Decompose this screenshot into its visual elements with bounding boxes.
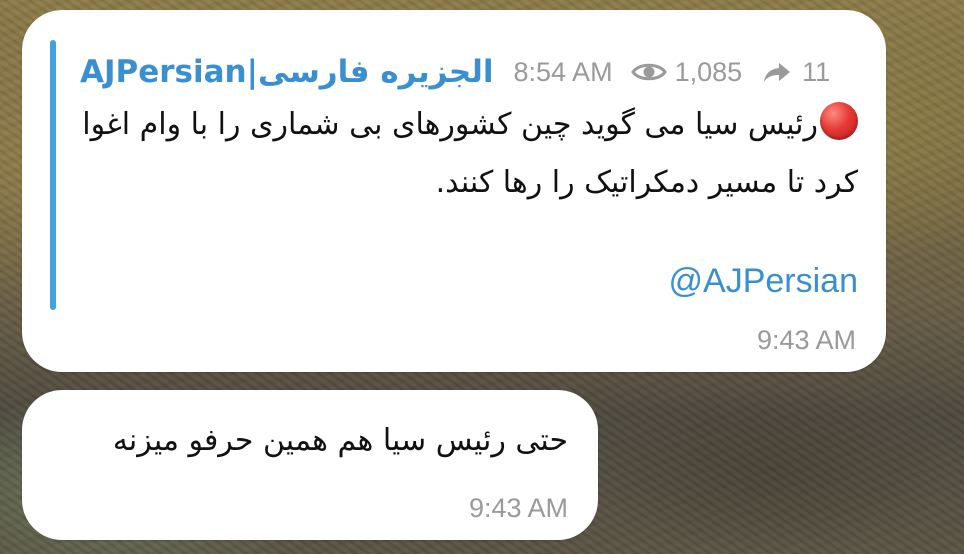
forward-header: AJPersian|الجزیره فارسی 8:54 AM 1,085 11 [80,50,830,94]
message-timestamp: 9:43 AM [756,325,856,355]
channel-name-link[interactable]: AJPersian|الجزیره فارسی [80,50,494,94]
reply-timestamp: 9:43 AM [468,493,568,523]
forwarded-message-body: رئیس سیا می گوید چین کشورهای بی شماری را… [82,107,858,200]
reply-message-text: حتی رئیس سیا هم همین حرفو میزنه [112,423,568,458]
eye-icon [630,60,667,84]
share-arrow-icon [762,60,792,84]
forwarded-message-text: رئیس سیا می گوید چین کشورهای بی شماری را… [78,96,858,212]
forwarded-message-bubble[interactable]: AJPersian|الجزیره فارسی 8:54 AM 1,085 11… [22,10,886,372]
original-post-time: 8:54 AM [513,56,613,87]
mention-link[interactable]: @AJPersian [669,256,858,306]
reply-message-bubble[interactable]: حتی رئیس سیا هم همین حرفو میزنه 9:43 AM [22,390,598,540]
share-count: 11 [802,56,831,87]
red-circle-icon [820,102,858,140]
forward-quote-bar [50,40,56,310]
view-count: 1,085 [674,56,743,87]
